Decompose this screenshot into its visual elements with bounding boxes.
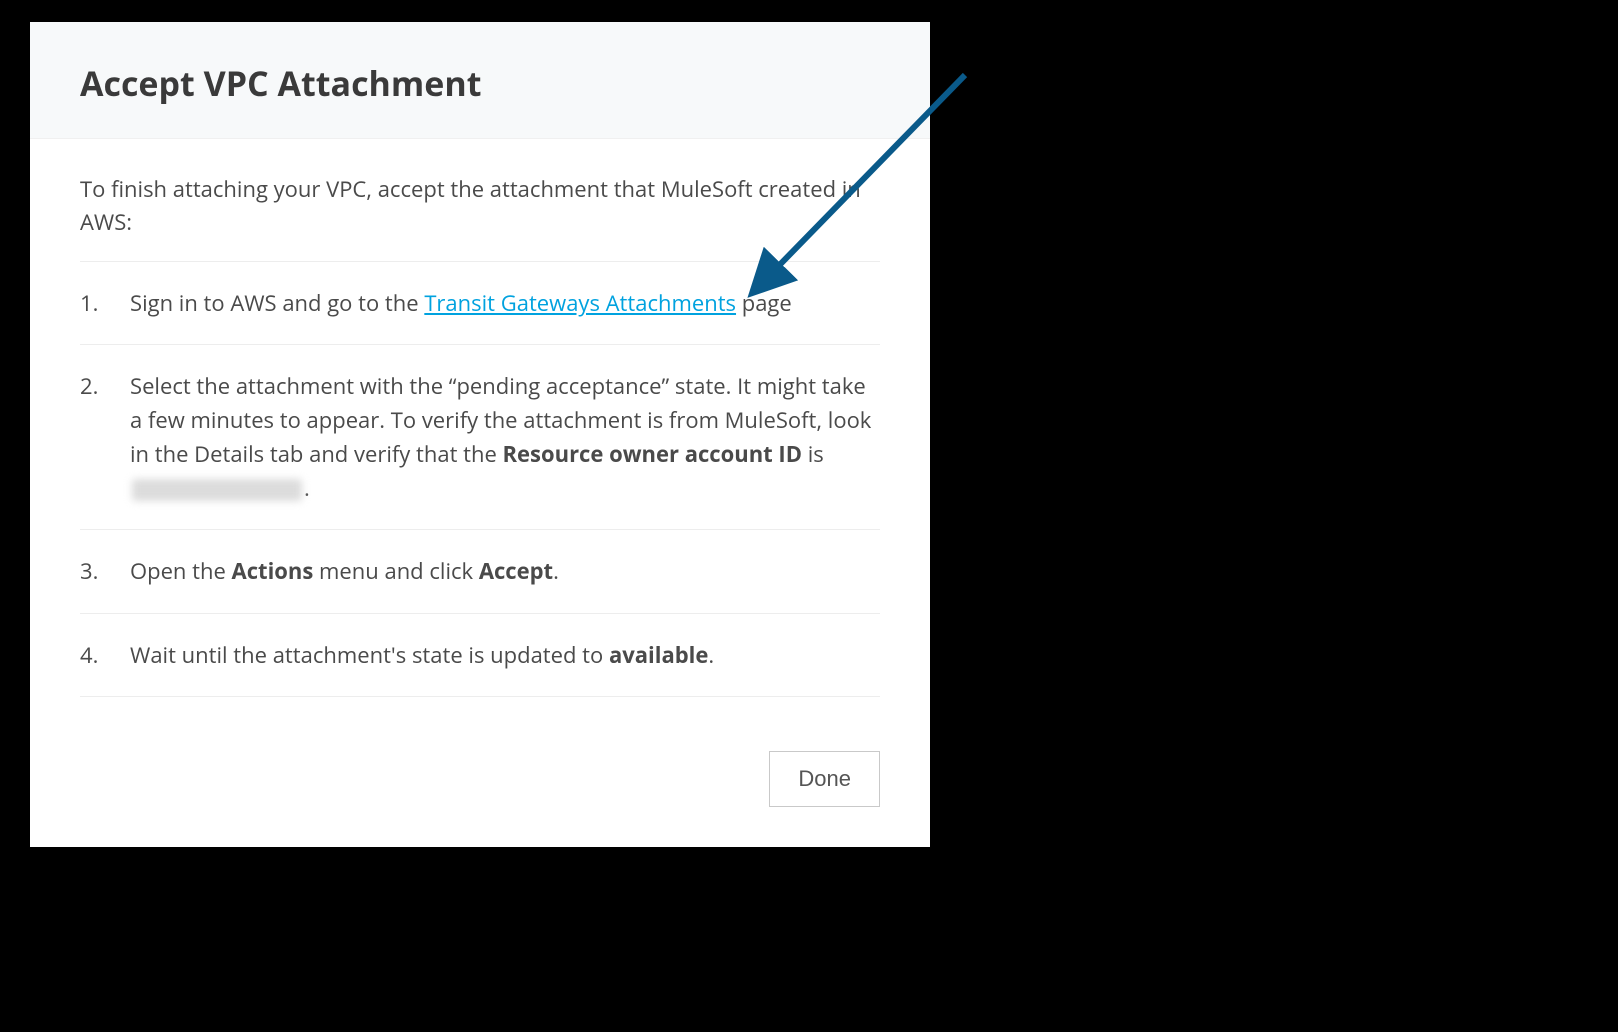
step-text: Open the [130,556,232,586]
transit-gateways-attachments-link[interactable]: Transit Gateways Attachments [424,288,736,318]
step-text: Sign in to AWS and go to the [130,288,424,318]
step-body: Wait until the attachment's state is upd… [130,638,880,672]
intro-text: To finish attaching your VPC, accept the… [80,173,880,262]
step-text: . [553,556,559,586]
step-2: 2. Select the attachment with the “pendi… [80,345,880,530]
step-3: 3. Open the Actions menu and click Accep… [80,530,880,613]
accept-label: Accept [479,556,553,586]
step-text: menu and click [313,556,478,586]
step-text: Wait until the attachment's state is upd… [130,640,609,670]
done-button[interactable]: Done [769,751,880,807]
dialog-title: Accept VPC Attachment [80,60,880,106]
step-number: 2. [80,369,130,505]
dialog-header: Accept VPC Attachment [30,22,930,139]
step-text: . [304,473,310,503]
step-1: 1. Sign in to AWS and go to the Transit … [80,262,880,345]
actions-menu-label: Actions [232,556,314,586]
redacted-account-id [132,479,302,501]
dialog-body: To finish attaching your VPC, accept the… [30,139,930,721]
step-body: Select the attachment with the “pending … [130,369,880,505]
accept-vpc-attachment-dialog: Accept VPC Attachment To finish attachin… [30,22,930,847]
step-number: 4. [80,638,130,672]
step-body: Open the Actions menu and click Accept. [130,554,880,588]
step-text: is [802,439,824,469]
available-state-label: available [609,640,708,670]
resource-owner-label: Resource owner account ID [503,439,802,469]
dialog-footer: Done [30,721,930,847]
step-text: page [736,288,792,318]
step-4: 4. Wait until the attachment's state is … [80,614,880,697]
step-text: . [708,640,714,670]
step-number: 3. [80,554,130,588]
step-number: 1. [80,286,130,320]
step-body: Sign in to AWS and go to the Transit Gat… [130,286,880,320]
